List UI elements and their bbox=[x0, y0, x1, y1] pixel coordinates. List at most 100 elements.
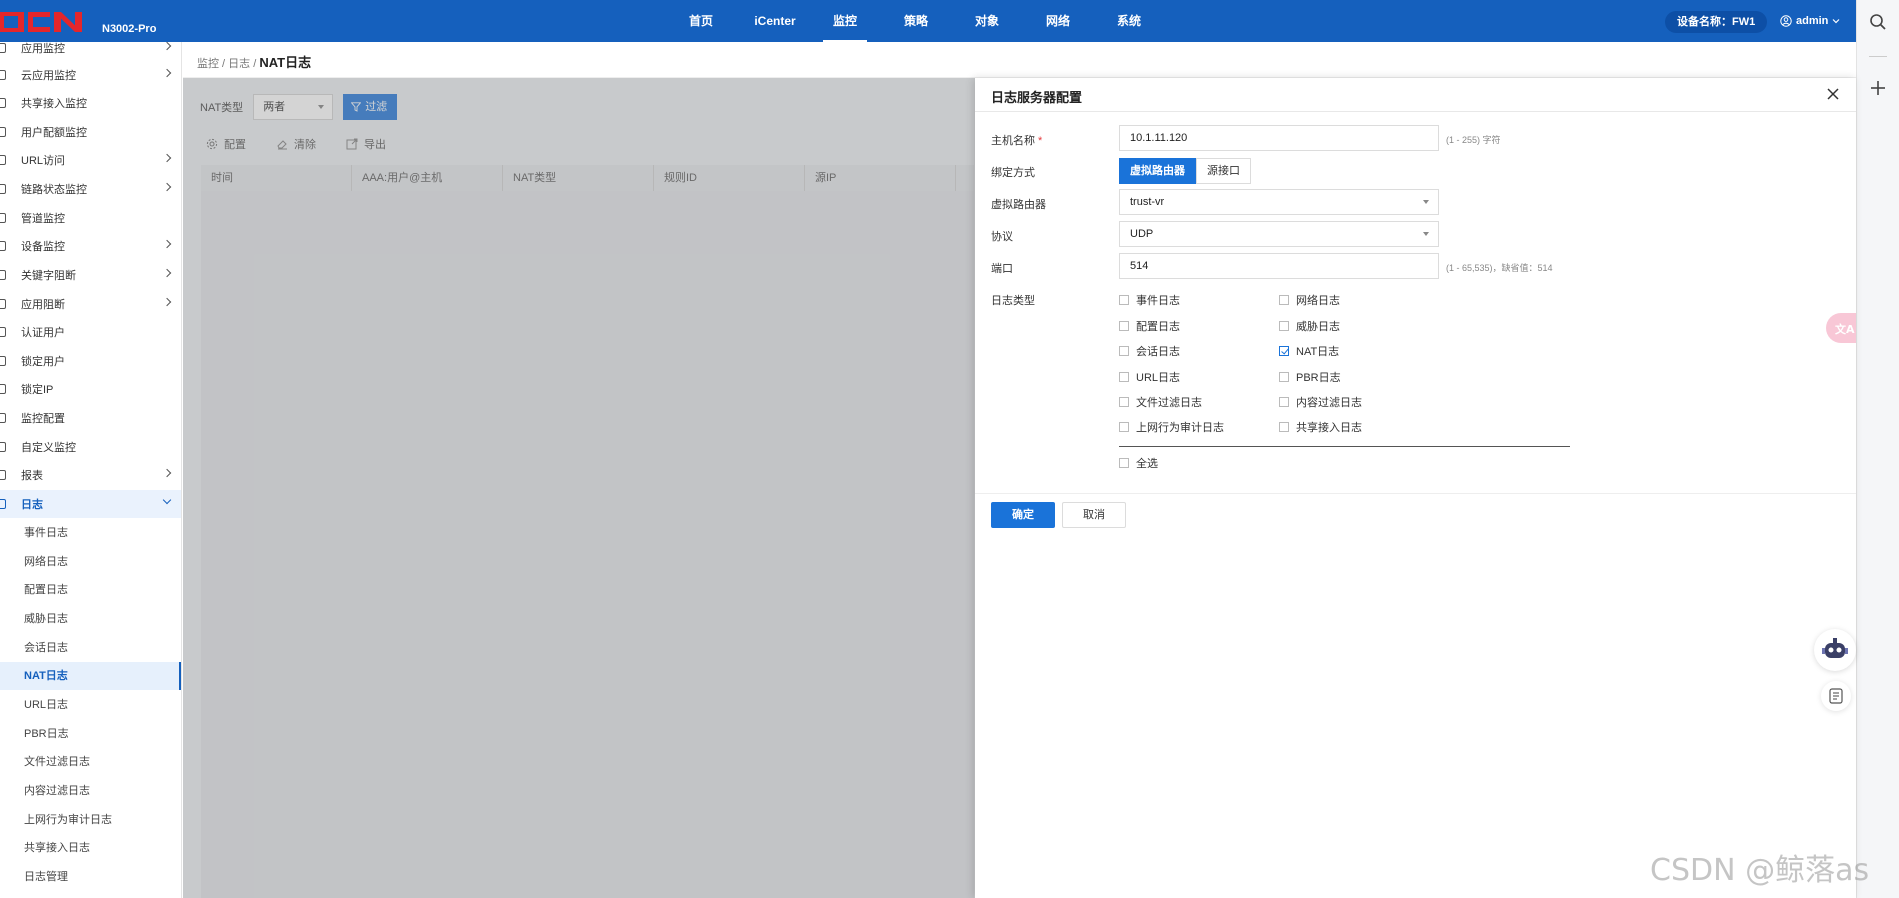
nav-network[interactable]: 网络 bbox=[1036, 0, 1080, 42]
hostname-input[interactable]: 10.1.11.120 bbox=[1119, 125, 1439, 151]
sidebar-subitem-file-filter-log[interactable]: 文件过滤日志 bbox=[0, 748, 181, 776]
sidebar-item-app-block[interactable]: 应用阻断 bbox=[0, 290, 181, 318]
menu-icon bbox=[0, 213, 6, 223]
sidebar-item-quota-monitor[interactable]: 用户配额监控 bbox=[0, 118, 181, 146]
nav-monitor[interactable]: 监控 bbox=[823, 0, 867, 42]
select-all-checkbox[interactable]: 全选 bbox=[1119, 455, 1158, 471]
sidebar-item-report[interactable]: 报表 bbox=[0, 461, 181, 489]
menu-icon bbox=[0, 127, 6, 137]
sidebar-item-monitor-config[interactable]: 监控配置 bbox=[0, 404, 181, 432]
caret-down-icon bbox=[1423, 232, 1429, 236]
drawer-title: 日志服务器配置 bbox=[991, 90, 1083, 105]
sidebar-item-url-access[interactable]: URL访问 bbox=[0, 146, 181, 174]
translate-widget[interactable]: 文A bbox=[1826, 313, 1856, 343]
checkbox bbox=[1279, 397, 1289, 407]
sidebar-item-log[interactable]: 日志 bbox=[0, 490, 181, 518]
port-input[interactable]: 514 bbox=[1119, 253, 1439, 279]
logtype-audit-checkbox[interactable]: 上网行为审计日志 bbox=[1119, 419, 1224, 435]
sidebar-subitem-audit-log[interactable]: 上网行为审计日志 bbox=[0, 806, 181, 834]
sidebar-subitem-config-log[interactable]: 配置日志 bbox=[0, 576, 181, 604]
username: admin bbox=[1796, 15, 1829, 27]
sidebar-subitem-session-log[interactable]: 会话日志 bbox=[0, 634, 181, 662]
plus-icon[interactable] bbox=[1869, 79, 1887, 97]
nav-icenter[interactable]: iCenter bbox=[745, 0, 805, 42]
sidebar-subitem-event-log[interactable]: 事件日志 bbox=[0, 519, 181, 547]
search-icon[interactable] bbox=[1869, 13, 1887, 31]
user-menu[interactable]: admin bbox=[1780, 0, 1840, 42]
menu-icon bbox=[0, 499, 6, 509]
main-nav: 首页 iCenter 监控 策略 对象 网络 系统 bbox=[665, 0, 1151, 42]
sidebar-subitem-threat-log[interactable]: 威胁日志 bbox=[0, 605, 181, 633]
port-label: 端口 bbox=[991, 263, 1013, 275]
sidebar-item-shared-access-monitor[interactable]: 共享接入监控 bbox=[0, 89, 181, 117]
sidebar-item-cloud-app-monitor[interactable]: 云应用监控 bbox=[0, 61, 181, 89]
virtual-router-label: 虚拟路由器 bbox=[991, 199, 1046, 211]
sidebar-item-keyword-block[interactable]: 关键字阻断 bbox=[0, 261, 181, 289]
top-navbar: N3002-Pro 首页 iCenter 监控 策略 对象 网络 系统 设备名称… bbox=[0, 0, 1856, 42]
sidebar-subitem-url-log[interactable]: URL日志 bbox=[0, 691, 181, 719]
logtype-content-filter-checkbox[interactable]: 内容过滤日志 bbox=[1279, 394, 1362, 410]
hostname-hint: (1 - 255) 字符 bbox=[1446, 135, 1501, 145]
bind-source-interface-button[interactable]: 源接口 bbox=[1196, 158, 1251, 184]
checkbox-checked bbox=[1279, 346, 1289, 356]
bind-mode-label: 绑定方式 bbox=[991, 167, 1035, 179]
menu-icon bbox=[0, 470, 6, 480]
confirm-button[interactable]: 确定 bbox=[991, 502, 1055, 528]
checkbox bbox=[1119, 458, 1129, 468]
drawer-header: 日志服务器配置 bbox=[975, 78, 1856, 112]
protocol-select[interactable]: UDP bbox=[1119, 221, 1439, 247]
logtype-threat-checkbox[interactable]: 威胁日志 bbox=[1279, 318, 1340, 334]
sidebar-item-pipe-monitor[interactable]: 管道监控 bbox=[0, 204, 181, 232]
close-icon[interactable] bbox=[1826, 87, 1840, 101]
sidebar-item-custom-monitor[interactable]: 自定义监控 bbox=[0, 433, 181, 461]
device-name-badge[interactable]: 设备名称：FW1 bbox=[1665, 11, 1768, 33]
sidebar-item-auth-user[interactable]: 认证用户 bbox=[0, 318, 181, 346]
chevron-down-icon bbox=[1832, 19, 1840, 24]
checkbox bbox=[1119, 372, 1129, 382]
logtype-network-checkbox[interactable]: 网络日志 bbox=[1279, 292, 1340, 308]
modal-overlay[interactable] bbox=[183, 78, 975, 898]
dcn-logo[interactable] bbox=[0, 10, 82, 34]
assistant-bot-button[interactable] bbox=[1814, 629, 1856, 671]
menu-icon bbox=[0, 384, 6, 394]
menu-icon bbox=[0, 413, 6, 423]
sidebar-item-device-monitor[interactable]: 设备监控 bbox=[0, 232, 181, 260]
sidebar-subitem-nat-log[interactable]: NAT日志 bbox=[0, 662, 181, 690]
chevron-right-icon bbox=[162, 68, 172, 78]
breadcrumb-bar: 监控 / 日志 / NAT日志 bbox=[183, 42, 1856, 78]
virtual-router-select[interactable]: trust-vr bbox=[1119, 189, 1439, 215]
sidebar-item-link-status[interactable]: 链路状态监控 bbox=[0, 175, 181, 203]
sidebar-subitem-log-management[interactable]: 日志管理 bbox=[0, 863, 181, 891]
logtype-shared-access-checkbox[interactable]: 共享接入日志 bbox=[1279, 419, 1362, 435]
sidebar-item-locked-user[interactable]: 锁定用户 bbox=[0, 347, 181, 375]
menu-icon bbox=[0, 270, 6, 280]
sidebar-subitem-shared-access-log[interactable]: 共享接入日志 bbox=[0, 834, 181, 862]
logtype-event-checkbox[interactable]: 事件日志 bbox=[1119, 292, 1180, 308]
checkbox bbox=[1279, 321, 1289, 331]
breadcrumb: 监控 / 日志 / NAT日志 bbox=[197, 52, 311, 71]
sidebar-subitem-content-filter-log[interactable]: 内容过滤日志 bbox=[0, 777, 181, 805]
caret-down-icon bbox=[1423, 200, 1429, 204]
sidebar-item-app-monitor[interactable]: 应用监控 bbox=[0, 42, 181, 62]
nav-policy[interactable]: 策略 bbox=[894, 0, 938, 42]
translate-icon: 文A bbox=[1835, 322, 1855, 336]
cancel-button[interactable]: 取消 bbox=[1062, 502, 1126, 528]
logtype-session-checkbox[interactable]: 会话日志 bbox=[1119, 343, 1180, 359]
sidebar-subitem-pbr-log[interactable]: PBR日志 bbox=[0, 720, 181, 748]
nav-home[interactable]: 首页 bbox=[675, 0, 727, 42]
sidebar-item-locked-ip[interactable]: 锁定IP bbox=[0, 375, 181, 403]
logtype-nat-checkbox[interactable]: NAT日志 bbox=[1279, 343, 1339, 359]
nav-object[interactable]: 对象 bbox=[965, 0, 1009, 42]
logtype-url-checkbox[interactable]: URL日志 bbox=[1119, 369, 1180, 385]
logtype-config-checkbox[interactable]: 配置日志 bbox=[1119, 318, 1180, 334]
nav-system[interactable]: 系统 bbox=[1107, 0, 1151, 42]
bind-virtual-router-button[interactable]: 虚拟路由器 bbox=[1119, 158, 1196, 184]
breadcrumb-path[interactable]: 监控 / 日志 / bbox=[197, 58, 259, 70]
sidebar: 应用监控 云应用监控 共享接入监控 用户配额监控 URL访问 链路状态监控 管道… bbox=[0, 42, 182, 898]
sidebar-subitem-network-log[interactable]: 网络日志 bbox=[0, 548, 181, 576]
bind-mode-toggle: 虚拟路由器 源接口 bbox=[1119, 158, 1251, 184]
logtype-file-filter-checkbox[interactable]: 文件过滤日志 bbox=[1119, 394, 1202, 410]
logtype-pbr-checkbox[interactable]: PBR日志 bbox=[1279, 369, 1341, 385]
chevron-right-icon bbox=[162, 182, 172, 192]
notes-button[interactable] bbox=[1821, 681, 1851, 711]
